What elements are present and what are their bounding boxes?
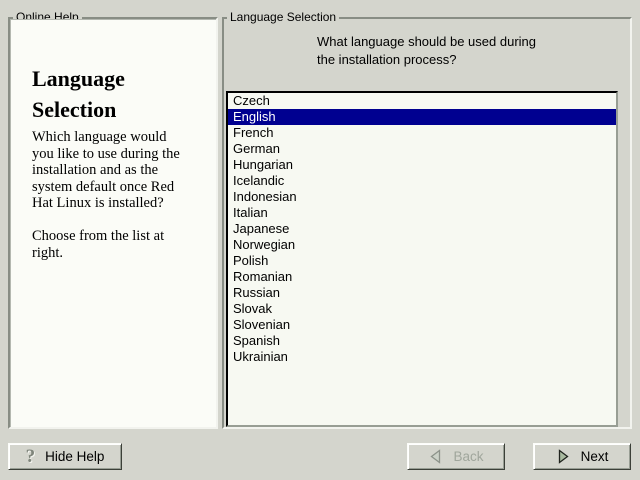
next-label: Next xyxy=(581,449,609,464)
language-option[interactable]: Slovak xyxy=(228,301,616,317)
help-paragraph-2: Choose from the list at right. xyxy=(32,228,164,261)
language-option[interactable]: English xyxy=(228,109,616,125)
back-label: Back xyxy=(453,449,483,464)
help-content-area: Language Selection Which language would … xyxy=(10,19,216,427)
language-option[interactable]: Norwegian xyxy=(228,237,616,253)
hide-help-label: Hide Help xyxy=(45,449,104,464)
language-option[interactable]: French xyxy=(228,125,616,141)
next-arrow-icon xyxy=(556,449,571,464)
language-option[interactable]: Czech xyxy=(228,93,616,109)
question-mark-icon: ? xyxy=(26,447,36,466)
question-text: What language should be used during the … xyxy=(317,33,536,69)
language-selection-panel: Language Selection What language should … xyxy=(222,17,632,429)
language-option[interactable]: Indonesian xyxy=(228,189,616,205)
help-title: Language Selection xyxy=(32,63,125,125)
language-option[interactable]: Ukrainian xyxy=(228,349,616,365)
language-option[interactable]: Hungarian xyxy=(228,157,616,173)
language-option[interactable]: Slovenian xyxy=(228,317,616,333)
help-paragraph-1: Which language would you like to use dur… xyxy=(32,129,180,212)
language-option[interactable]: Russian xyxy=(228,285,616,301)
language-option[interactable]: Italian xyxy=(228,205,616,221)
back-arrow-icon xyxy=(428,449,443,464)
online-help-panel: Online Help Language Selection Which lan… xyxy=(8,17,218,429)
language-option[interactable]: German xyxy=(228,141,616,157)
next-button[interactable]: Next xyxy=(533,443,631,470)
language-option[interactable]: Spanish xyxy=(228,333,616,349)
language-list[interactable]: CzechEnglishFrenchGermanHungarianIceland… xyxy=(226,91,618,427)
language-option[interactable]: Romanian xyxy=(228,269,616,285)
language-option[interactable]: Japanese xyxy=(228,221,616,237)
installer-window: Online Help Language Selection Which lan… xyxy=(0,0,640,480)
language-selection-frame-label: Language Selection xyxy=(227,10,339,24)
language-option[interactable]: Polish xyxy=(228,253,616,269)
language-option[interactable]: Icelandic xyxy=(228,173,616,189)
back-button[interactable]: Back xyxy=(407,443,505,470)
hide-help-button[interactable]: ? Hide Help xyxy=(8,443,122,470)
